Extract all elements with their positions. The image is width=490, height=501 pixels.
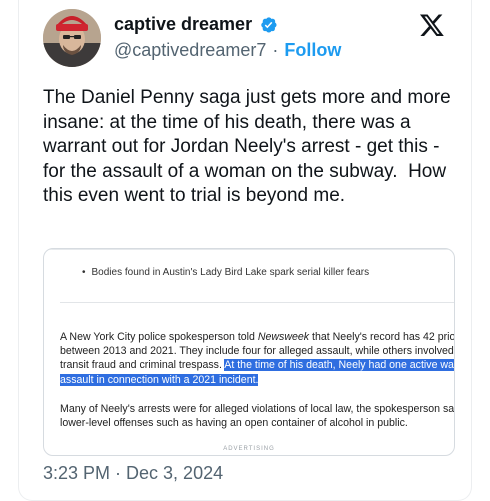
- display-name[interactable]: captive dreamer: [114, 14, 252, 35]
- follow-button[interactable]: Follow: [284, 40, 341, 61]
- related-link-text: Bodies found in Austin's Lady Bird Lake …: [91, 267, 370, 278]
- author-name-row: captive dreamer: [114, 14, 278, 35]
- bullet-icon: •: [82, 267, 86, 278]
- avatar[interactable]: [43, 9, 101, 67]
- paragraph-2-line-2: lower-level offenses such as having an o…: [60, 417, 408, 430]
- handle[interactable]: @captivedreamer7: [114, 40, 266, 61]
- article-paragraph-2: Many of Neely's arrests were for alleged…: [60, 402, 455, 430]
- tweet-card: captive dreamer @captivedreamer7 · Follo…: [18, 0, 472, 501]
- handle-row: @captivedreamer7 · Follow: [114, 40, 341, 61]
- related-link-bullet: • Bodies found in Austin's Lady Bird Lake…: [82, 267, 369, 278]
- advertising-label: ADVERTISING: [223, 446, 275, 452]
- tweet-timestamp[interactable]: 3:23 PM · Dec 3, 2024: [43, 463, 223, 484]
- paragraph-2-line-1: Many of Neely's arrests were for alleged…: [60, 403, 455, 415]
- divider: [60, 302, 454, 303]
- paragraph-1-line-3: transit fraud and criminal trespass. At …: [60, 358, 454, 372]
- highlighted-text: At the time of his death, Neely had one …: [224, 359, 454, 372]
- article-paragraph-1: A New York City police spokesperson told…: [60, 330, 455, 387]
- paragraph-1-line-2: between 2013 and 2021. They include four…: [60, 345, 455, 358]
- separator-dot: ·: [272, 40, 279, 60]
- verified-badge-icon: [261, 16, 277, 33]
- paragraph-1-line-4: assault in connection with a 2021 incide…: [60, 373, 454, 387]
- article-content: • Bodies found in Austin's Lady Bird Lake…: [44, 249, 455, 455]
- embedded-article-screenshot[interactable]: • Bodies found in Austin's Lady Bird Lake…: [43, 248, 455, 456]
- paragraph-1-line-1: A New York City police spokesperson told…: [60, 331, 455, 343]
- tweet-text: The Daniel Penny saga just gets more and…: [43, 87, 456, 206]
- x-logo-icon[interactable]: [419, 12, 445, 38]
- highlighted-text-2: assault in connection with a 2021 incide…: [60, 373, 259, 386]
